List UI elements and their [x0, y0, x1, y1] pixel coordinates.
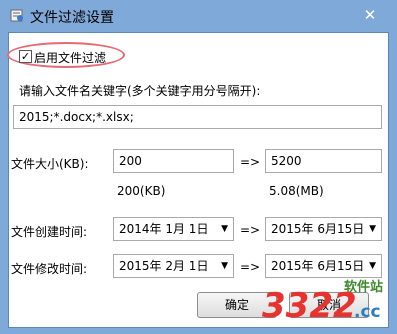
keywords-input[interactable]: 2015;*.docx;*.xlsx; — [13, 105, 382, 129]
enable-filter-label[interactable]: 启用文件过滤 — [34, 49, 106, 66]
keywords-label: 请输入文件名关键字(多个关键字用分号隔开): — [19, 84, 261, 98]
dropdown-arrow-icon: ▼ — [369, 224, 376, 234]
dropdown-arrow-icon: ▼ — [221, 224, 228, 234]
size-max-hint: 5.08(MB) — [269, 184, 324, 198]
size-min-input[interactable]: 200 — [113, 149, 234, 173]
close-button[interactable]: ✕ — [357, 4, 383, 26]
created-from-value: 2014年 1月 1日 — [119, 222, 209, 236]
dialog-window: 文件过滤设置 ✕ ✓ 启用文件过滤 请输入文件名关键字(多个关键字用分号隔开):… — [0, 0, 397, 334]
file-size-label: 文件大小(KB): — [11, 157, 89, 171]
modified-time-label: 文件修改时间: — [11, 262, 88, 276]
created-range-arrow: => — [240, 223, 261, 237]
created-to-value: 2015年 6月15日 — [271, 222, 365, 236]
modified-range-arrow: => — [240, 260, 261, 274]
size-max-input[interactable]: 5200 — [265, 149, 382, 173]
site-watermark: 软件站 3322 .cc — [262, 272, 392, 330]
filter-settings-icon — [10, 9, 23, 22]
close-icon: ✕ — [363, 6, 377, 24]
created-time-label: 文件创建时间: — [11, 225, 88, 239]
window-title: 文件过滤设置 — [30, 10, 114, 26]
watermark-number: 3322 — [262, 286, 357, 326]
created-from-date[interactable]: 2014年 1月 1日 ▼ — [113, 217, 234, 241]
size-range-arrow: => — [240, 155, 261, 169]
title-bar[interactable]: 文件过滤设置 ✕ — [0, 0, 397, 32]
watermark-domain: .cc — [354, 302, 381, 322]
enable-filter-checkbox[interactable]: ✓ — [19, 50, 32, 63]
modified-from-value: 2015年 2月 1日 — [119, 259, 209, 273]
dropdown-arrow-icon: ▼ — [221, 261, 228, 271]
created-to-date[interactable]: 2015年 6月15日 ▼ — [265, 217, 382, 241]
size-min-hint: 200(KB) — [117, 184, 166, 198]
modified-to-value: 2015年 6月15日 — [271, 259, 365, 273]
modified-from-date[interactable]: 2015年 2月 1日 ▼ — [113, 254, 234, 278]
